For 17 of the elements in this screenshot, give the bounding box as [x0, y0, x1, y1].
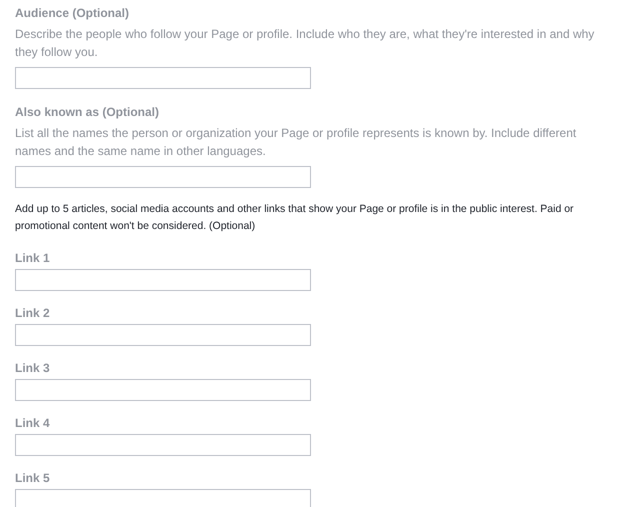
field-label: Also known as (Optional) [15, 104, 160, 120]
input-field[interactable] [15, 489, 311, 507]
input-field[interactable] [15, 434, 311, 456]
field-label: Link 2 [15, 305, 51, 321]
field-label: Link 3 [15, 360, 51, 376]
field-label: Link 4 [15, 415, 51, 431]
field-description: List all the names the person or organization your Page or profile represents is known by. Include different names and the same name in other languages. [15, 125, 578, 160]
input-field[interactable] [15, 269, 311, 291]
input-field[interactable] [15, 324, 311, 346]
field-label: Audience (Optional) [15, 5, 130, 21]
field-description: Describe the people who follow your Page or profile. Include who they are, what they're interested in and why they follow you. [15, 26, 596, 61]
field-label: Link 1 [15, 250, 51, 266]
input-field[interactable] [15, 166, 311, 188]
input-field[interactable] [15, 67, 311, 89]
note-text: Add up to 5 articles, social media accounts and other links that show your Page or profile is in the public interest. Paid or promotional content won't be considered. (Optional) [15, 202, 575, 234]
input-field[interactable] [15, 379, 311, 401]
field-label: Link 5 [15, 470, 51, 486]
